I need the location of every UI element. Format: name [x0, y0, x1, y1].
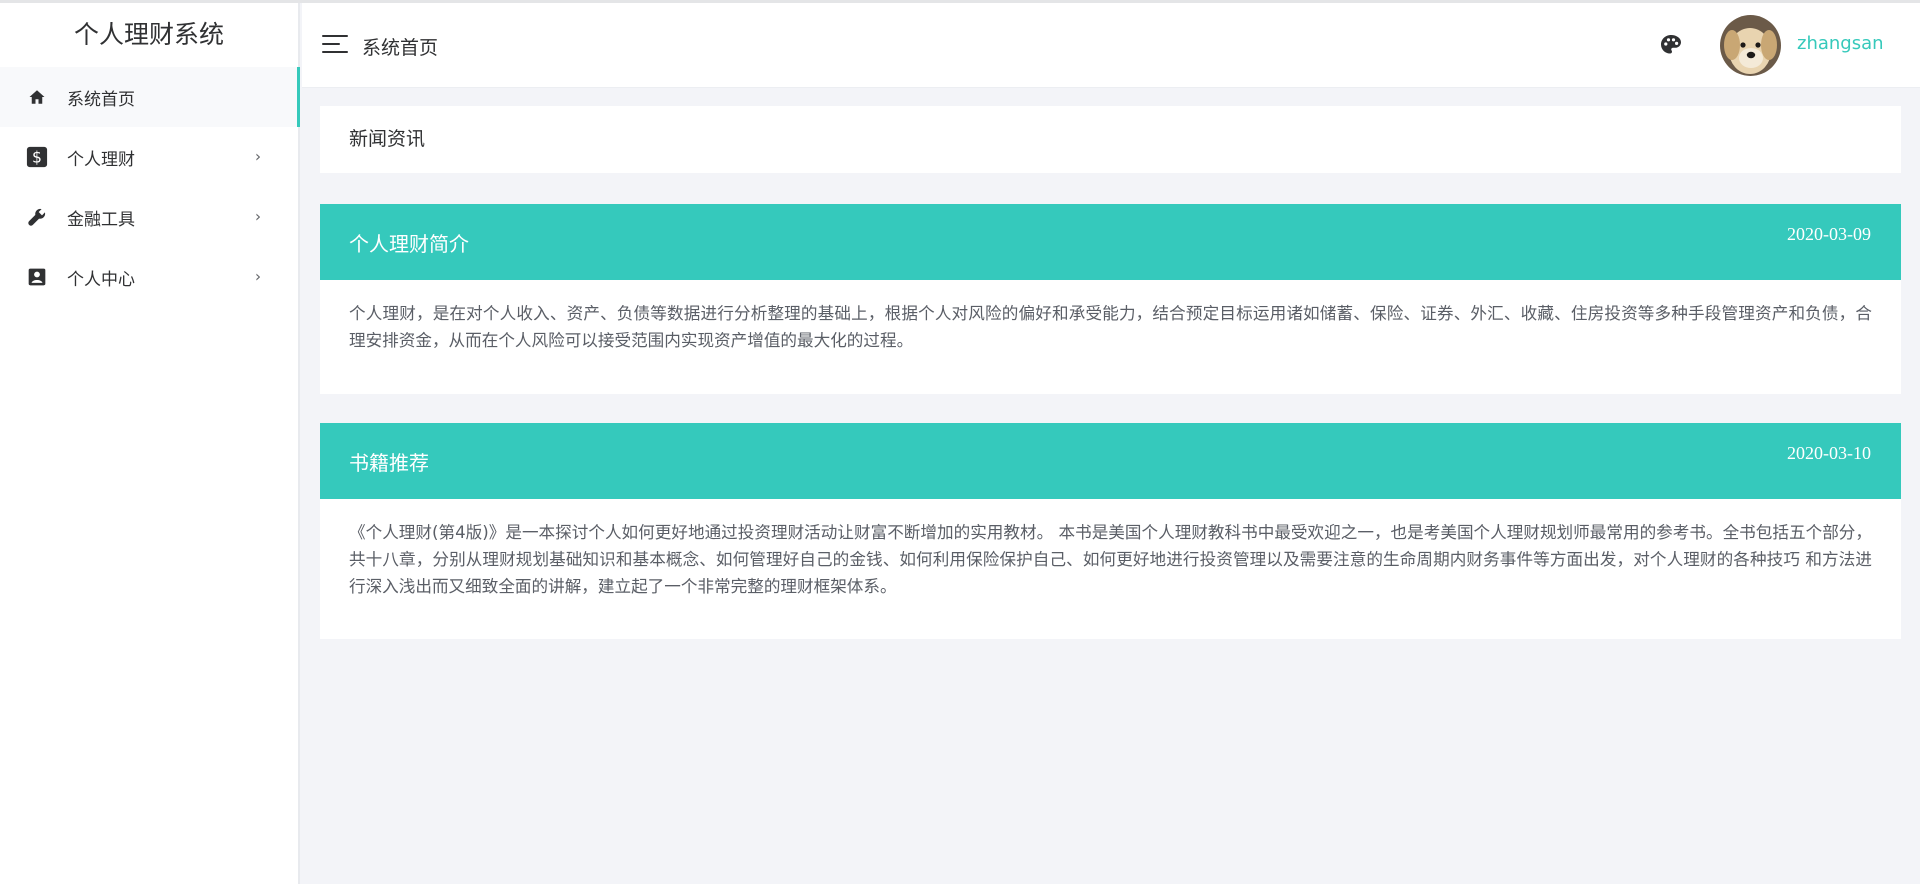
news-card-header[interactable]: 书籍推荐 2020-03-10 — [320, 423, 1901, 499]
avatar[interactable] — [1720, 15, 1781, 76]
username-link[interactable]: zhangsan — [1797, 33, 1884, 54]
sidebar-item-label: 个人中心 — [67, 269, 135, 290]
svg-text:$: $ — [32, 149, 42, 167]
news-card-title: 书籍推荐 — [349, 451, 429, 475]
sidebar-item-label: 系统首页 — [67, 89, 135, 110]
news-card-title: 个人理财简介 — [349, 232, 469, 256]
wrench-icon — [26, 206, 48, 228]
news-card: 个人理财简介 2020-03-09 个人理财，是在对个人收入、资产、负债等数据进… — [320, 204, 1901, 394]
top-header: 系统首页 zhangsan — [302, 3, 1920, 88]
sidebar-item-personal-center[interactable]: 个人中心 › — [0, 247, 298, 307]
sidebar-item-financial-tools[interactable]: 金融工具 › — [0, 187, 298, 247]
app-title: 个人理财系统 — [73, 20, 224, 49]
sidebar-item-personal-finance[interactable]: $ 个人理财 › — [0, 127, 298, 187]
chevron-right-icon: › — [255, 147, 261, 166]
news-card-date: 2020-03-09 — [1787, 224, 1871, 244]
news-card-date: 2020-03-10 — [1787, 443, 1871, 463]
contact-card-icon — [26, 266, 48, 288]
page-title: 系统首页 — [362, 37, 439, 59]
sidebar-item-home[interactable]: 系统首页 — [0, 67, 300, 127]
sidebar: 个人理财系统 系统首页 $ 个人理财 › 金融工具 › 个人中心 › — [0, 3, 300, 884]
chevron-right-icon: › — [255, 207, 261, 226]
dollar-icon: $ — [26, 146, 48, 168]
news-card-header[interactable]: 个人理财简介 2020-03-09 — [320, 204, 1901, 280]
section-title: 新闻资讯 — [320, 106, 1901, 173]
sidebar-item-label: 金融工具 — [67, 209, 135, 230]
news-card: 书籍推荐 2020-03-10 《个人理财(第4版)》是一本探讨个人如何更好地通… — [320, 423, 1901, 639]
home-icon — [26, 86, 48, 108]
sidebar-item-label: 个人理财 — [67, 149, 135, 170]
news-card-body: 《个人理财(第4版)》是一本探讨个人如何更好地通过投资理财活动让财富不断增加的实… — [349, 523, 1872, 596]
news-card-body: 个人理财，是在对个人收入、资产、负债等数据进行分析整理的基础上，根据个人对风险的… — [349, 304, 1872, 350]
menu-toggle-icon[interactable] — [322, 35, 348, 55]
palette-icon[interactable] — [1659, 33, 1683, 57]
chevron-right-icon: › — [255, 267, 261, 286]
